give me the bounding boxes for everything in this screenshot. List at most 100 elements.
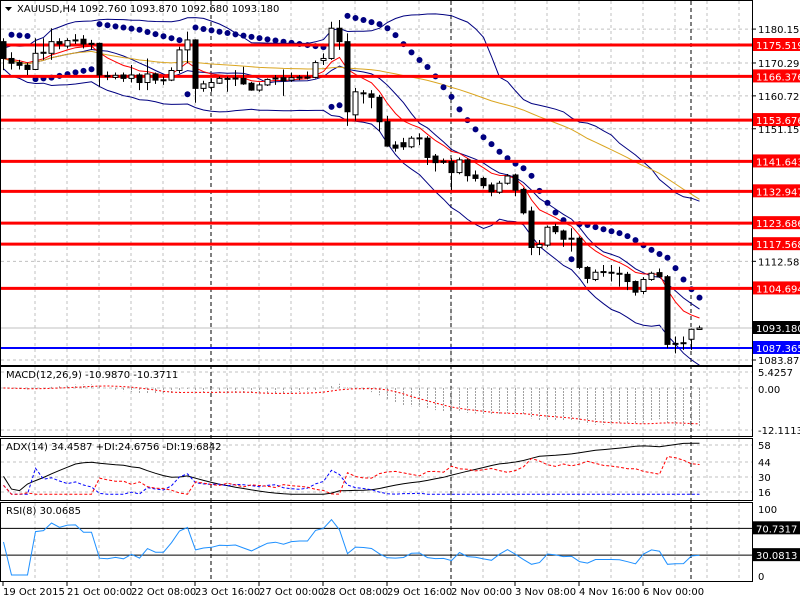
- candle-bear[interactable]: [440, 160, 447, 163]
- candle-bear[interactable]: [96, 42, 103, 76]
- candle-bear[interactable]: [576, 237, 583, 268]
- candle-bear[interactable]: [248, 82, 255, 91]
- candle-bear[interactable]: [424, 137, 431, 158]
- candle-bear[interactable]: [56, 41, 63, 45]
- candle-bear[interactable]: [136, 74, 143, 84]
- time-axis-label: 2 Nov 00:00: [451, 587, 512, 598]
- candle-bear[interactable]: [16, 62, 23, 66]
- main-price-panel[interactable]: [0, 12, 752, 365]
- candle-bull[interactable]: [408, 137, 415, 148]
- candle-bear[interactable]: [608, 271, 615, 274]
- candle-bull[interactable]: [328, 27, 335, 59]
- candle-bear[interactable]: [392, 144, 399, 149]
- candle-bear[interactable]: [624, 273, 631, 283]
- candle-bull[interactable]: [536, 243, 543, 249]
- candle-bear[interactable]: [680, 342, 687, 345]
- candle-bull[interactable]: [672, 342, 679, 345]
- candle-bull[interactable]: [232, 77, 239, 80]
- candle-bear[interactable]: [280, 77, 287, 82]
- candle-bull[interactable]: [456, 159, 463, 174]
- candle-bear[interactable]: [192, 39, 199, 89]
- macd-panel[interactable]: [3, 383, 700, 428]
- candle-bear[interactable]: [616, 272, 623, 275]
- candle-bull[interactable]: [696, 327, 703, 330]
- rsi-panel[interactable]: [0, 518, 752, 576]
- candle-bull[interactable]: [544, 226, 551, 246]
- candle-bull[interactable]: [208, 82, 215, 88]
- candle-bear[interactable]: [520, 188, 527, 214]
- candle-bear[interactable]: [8, 57, 15, 64]
- candle-bull[interactable]: [32, 52, 39, 70]
- candle-bull[interactable]: [640, 278, 647, 292]
- candle-bear[interactable]: [160, 79, 167, 82]
- candle-bear[interactable]: [120, 74, 127, 79]
- time-axis[interactable]: 19 Oct 2015 21 Oct 00:0022 Oct 08:0023 Oc…: [2, 581, 704, 598]
- candle-bear[interactable]: [72, 39, 79, 42]
- candle-bull[interactable]: [352, 91, 359, 116]
- candle-bear[interactable]: [104, 75, 111, 78]
- candle-bear[interactable]: [432, 155, 439, 164]
- candle-bear[interactable]: [400, 142, 407, 148]
- candle-bear[interactable]: [488, 184, 495, 193]
- candle-bull[interactable]: [272, 77, 279, 80]
- candle-bull[interactable]: [304, 76, 311, 79]
- price-axis[interactable]: 1180.1501170.2901160.7201151.1501112.580…: [752, 25, 800, 583]
- candle-bull[interactable]: [296, 76, 303, 79]
- candle-bear[interactable]: [88, 42, 95, 45]
- candle-bear[interactable]: [464, 159, 471, 177]
- candle-bear[interactable]: [80, 38, 87, 45]
- candle-bear[interactable]: [376, 96, 383, 123]
- candle-bear[interactable]: [656, 272, 663, 278]
- candle-bear[interactable]: [448, 161, 455, 174]
- candle-bull[interactable]: [64, 40, 71, 47]
- candle-bear[interactable]: [560, 230, 567, 240]
- candle-bull[interactable]: [592, 271, 599, 280]
- candle-bear[interactable]: [1, 41, 7, 59]
- candle-bear[interactable]: [600, 271, 607, 274]
- candle-bear[interactable]: [384, 121, 391, 147]
- candle-bull[interactable]: [216, 77, 223, 84]
- candle-bull[interactable]: [416, 137, 423, 140]
- candle-bear[interactable]: [336, 27, 343, 43]
- candle-bull[interactable]: [40, 51, 47, 54]
- candle-bear[interactable]: [664, 276, 671, 345]
- candle-bear[interactable]: [152, 73, 159, 81]
- candle-bear[interactable]: [632, 281, 639, 293]
- candle-bear[interactable]: [584, 266, 591, 279]
- candle-bull[interactable]: [48, 41, 55, 54]
- time-axis-label: 22 Oct 08:00: [131, 587, 196, 598]
- candle-bear[interactable]: [512, 174, 519, 191]
- dropdown-triangle-icon[interactable]: [5, 7, 12, 11]
- candle-bear[interactable]: [240, 77, 247, 85]
- candle-bull[interactable]: [184, 39, 191, 51]
- candle-bull[interactable]: [648, 272, 655, 280]
- candle-bull[interactable]: [496, 182, 503, 193]
- candle-bull[interactable]: [264, 78, 271, 86]
- candle-bull[interactable]: [112, 74, 119, 78]
- candle-bull[interactable]: [312, 62, 319, 78]
- sar-dot: [496, 148, 503, 155]
- candle-bear[interactable]: [24, 64, 31, 70]
- candle-bull[interactable]: [688, 328, 695, 340]
- candle-bear[interactable]: [368, 93, 375, 98]
- candle-bear[interactable]: [472, 174, 479, 179]
- candle-bull[interactable]: [320, 57, 327, 62]
- candle-bear[interactable]: [528, 210, 535, 249]
- candle-bear[interactable]: [360, 92, 367, 95]
- sar-dot: [72, 69, 79, 76]
- candle-bull[interactable]: [176, 49, 183, 71]
- candle-bull[interactable]: [128, 74, 135, 79]
- candle-bull[interactable]: [256, 84, 263, 91]
- candle-bear[interactable]: [552, 226, 559, 233]
- candle-bull[interactable]: [200, 83, 207, 89]
- candle-bear[interactable]: [568, 237, 575, 240]
- candle-bull[interactable]: [288, 77, 295, 81]
- candle-bull[interactable]: [168, 69, 175, 81]
- candle-bear[interactable]: [224, 77, 231, 80]
- candle-bull[interactable]: [504, 175, 511, 184]
- candle-bull[interactable]: [144, 73, 151, 84]
- candle-bear[interactable]: [480, 177, 487, 187]
- candle-bear[interactable]: [344, 41, 351, 113]
- chart-canvas[interactable]: 1180.1501170.2901160.7201151.1501112.580…: [0, 0, 800, 600]
- sar-dot: [488, 141, 495, 148]
